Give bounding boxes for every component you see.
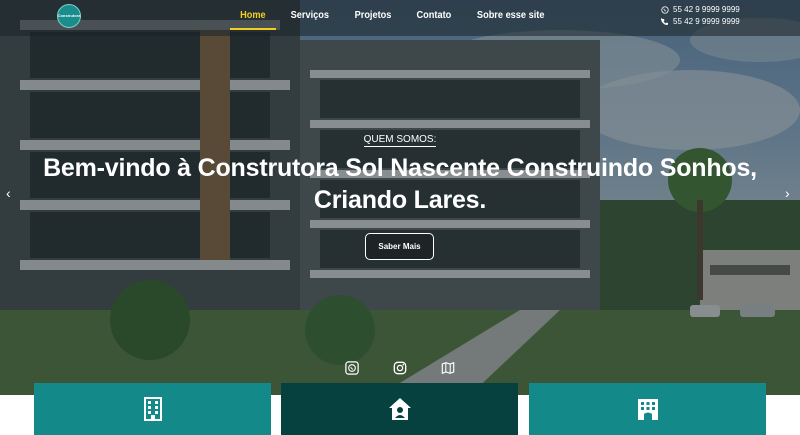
- building-icon: [143, 397, 162, 421]
- nav-servicos[interactable]: Serviços: [280, 0, 339, 30]
- main-nav: Home Serviços Projetos Contato Sobre ess…: [228, 0, 559, 30]
- contact-info: 55 42 9 9999 9999 55 42 9 9999 9999: [661, 4, 740, 28]
- nav-home[interactable]: Home: [229, 0, 276, 30]
- logo-text: Construtora: [57, 13, 81, 18]
- whatsapp-icon[interactable]: [345, 361, 359, 375]
- whatsapp-icon: [661, 6, 669, 14]
- phone-number: 55 42 9 9999 9999: [673, 17, 740, 26]
- social-links: [0, 361, 800, 375]
- top-navbar: Construtora Home Serviços Projetos Conta…: [0, 0, 800, 36]
- carousel-prev-arrow[interactable]: ‹: [6, 186, 11, 200]
- saber-mais-button[interactable]: Saber Mais: [365, 233, 434, 260]
- nav-sobre[interactable]: Sobre esse site: [467, 0, 555, 30]
- feature-card-3[interactable]: [529, 383, 766, 435]
- carousel-next-arrow[interactable]: ›: [785, 186, 790, 200]
- house-user-icon: [388, 398, 411, 420]
- instagram-icon[interactable]: [393, 361, 407, 375]
- headline-line-1: Bem-vindo à Construtora Sol Nascente Con…: [43, 154, 757, 182]
- kicker-text: QUEM SOMOS:: [363, 134, 437, 147]
- whatsapp-contact[interactable]: 55 42 9 9999 9999: [661, 4, 740, 16]
- feature-card-2[interactable]: [281, 383, 518, 435]
- apartment-icon: [637, 399, 658, 420]
- phone-contact[interactable]: 55 42 9 9999 9999: [661, 16, 740, 28]
- whatsapp-number: 55 42 9 9999 9999: [673, 5, 740, 14]
- map-icon[interactable]: [441, 361, 455, 375]
- hero-kicker: QUEM SOMOS:: [0, 129, 800, 147]
- nav-projetos[interactable]: Projetos: [344, 0, 401, 30]
- hero-headline: Bem-vindo à Construtora Sol Nascente Con…: [40, 152, 760, 216]
- company-logo[interactable]: Construtora: [57, 4, 81, 28]
- phone-icon: [661, 18, 668, 25]
- feature-card-1[interactable]: [34, 383, 271, 435]
- nav-contato[interactable]: Contato: [406, 0, 461, 30]
- headline-line-2: Criando Lares.: [313, 186, 487, 214]
